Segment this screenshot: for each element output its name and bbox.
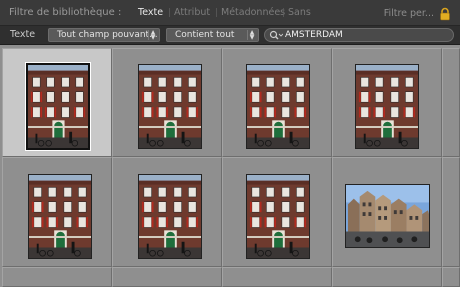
search-input[interactable]: AMSTERDAM (264, 28, 454, 42)
canal-house-photo (29, 175, 91, 258)
photo-thumbnail[interactable] (28, 174, 92, 259)
photo-thumbnail[interactable] (246, 174, 310, 259)
photo-thumbnail[interactable] (355, 64, 419, 149)
search-icon (269, 30, 283, 40)
grid-cell-7[interactable] (222, 157, 332, 267)
photo-thumbnail[interactable] (138, 174, 202, 259)
grid-cell-3[interactable] (222, 48, 332, 157)
canal-house-photo (247, 175, 309, 258)
photo-thumbnail[interactable] (345, 184, 430, 248)
grid-cell-1[interactable] (2, 48, 112, 157)
grid-cell-4[interactable] (332, 48, 442, 157)
grid-cell-partial (332, 267, 442, 287)
grid-cell-partial (112, 267, 222, 287)
library-filter-bar: Filtre de bibliothèque : Texte | Attribu… (0, 0, 460, 26)
library-filter-title: Filtre de bibliothèque : (9, 7, 122, 18)
canal-house-photo (356, 65, 418, 148)
grid-cell-6[interactable] (112, 157, 222, 267)
text-filter-row: Texte Tout champ pouvant... ▲ ▼ Contient … (0, 26, 460, 45)
search-field-select[interactable]: Tout champ pouvant... ▲ ▼ (48, 28, 160, 42)
grid-cell-partial (222, 267, 332, 287)
text-filter-label: Texte (10, 29, 36, 40)
grid-cell-5[interactable] (2, 157, 112, 267)
stepper-arrows-icon: ▲ ▼ (148, 30, 157, 41)
grid-cell-2[interactable] (112, 48, 222, 157)
tab-metadonnees[interactable]: Métadonnées (221, 7, 285, 18)
search-input-value: AMSTERDAM (285, 30, 343, 40)
grid-cell-partial (2, 267, 112, 287)
tab-sans[interactable]: Sans (288, 7, 311, 18)
tab-separator: | (168, 8, 172, 18)
canal-house-photo (139, 65, 201, 148)
photo-thumbnail[interactable] (246, 64, 310, 149)
canal-street-photo (346, 185, 429, 247)
grid-cell-partial (442, 48, 460, 157)
lock-icon[interactable] (438, 6, 452, 21)
canal-house-photo (247, 65, 309, 148)
grid-cell-partial (442, 157, 460, 267)
stepper-arrows-icon: ▲ ▼ (247, 30, 256, 41)
canal-house-photo (28, 65, 88, 148)
tab-attribut[interactable]: Attribut (174, 7, 210, 18)
tab-separator: | (282, 8, 286, 18)
search-rule-select[interactable]: Contient tout ▲ ▼ (166, 28, 259, 42)
tab-separator: | (215, 8, 219, 18)
filter-preset-dropdown[interactable]: Filtre per... (384, 8, 434, 19)
grid-cell-8[interactable] (332, 157, 442, 267)
tab-texte[interactable]: Texte (138, 7, 163, 18)
photo-thumbnail[interactable] (25, 62, 91, 151)
grid-cell-partial (442, 267, 460, 287)
photo-thumbnail[interactable] (138, 64, 202, 149)
photo-grid (0, 45, 460, 287)
search-field-select-value: Tout champ pouvant... (57, 30, 158, 40)
canal-house-photo (139, 175, 201, 258)
search-rule-select-value: Contient tout (175, 30, 235, 40)
